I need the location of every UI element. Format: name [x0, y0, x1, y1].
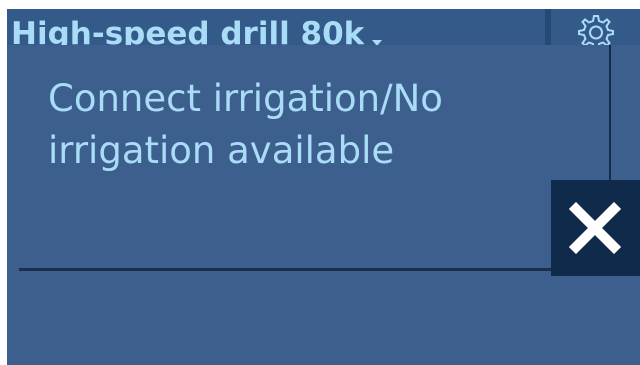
dialog-message: Connect irrigation/No irrigation availab…	[48, 77, 443, 172]
device-screen: High-speed drill 80k Connect irrigation/…	[0, 0, 640, 365]
close-button[interactable]	[551, 180, 640, 276]
dialog-divider	[19, 268, 560, 271]
device-title[interactable]: High-speed drill 80k	[11, 11, 364, 45]
irrigation-dialog: Connect irrigation/No irrigation availab…	[7, 45, 607, 365]
side-panel	[611, 45, 640, 180]
close-icon	[569, 202, 621, 254]
side-panel-border	[609, 45, 611, 185]
